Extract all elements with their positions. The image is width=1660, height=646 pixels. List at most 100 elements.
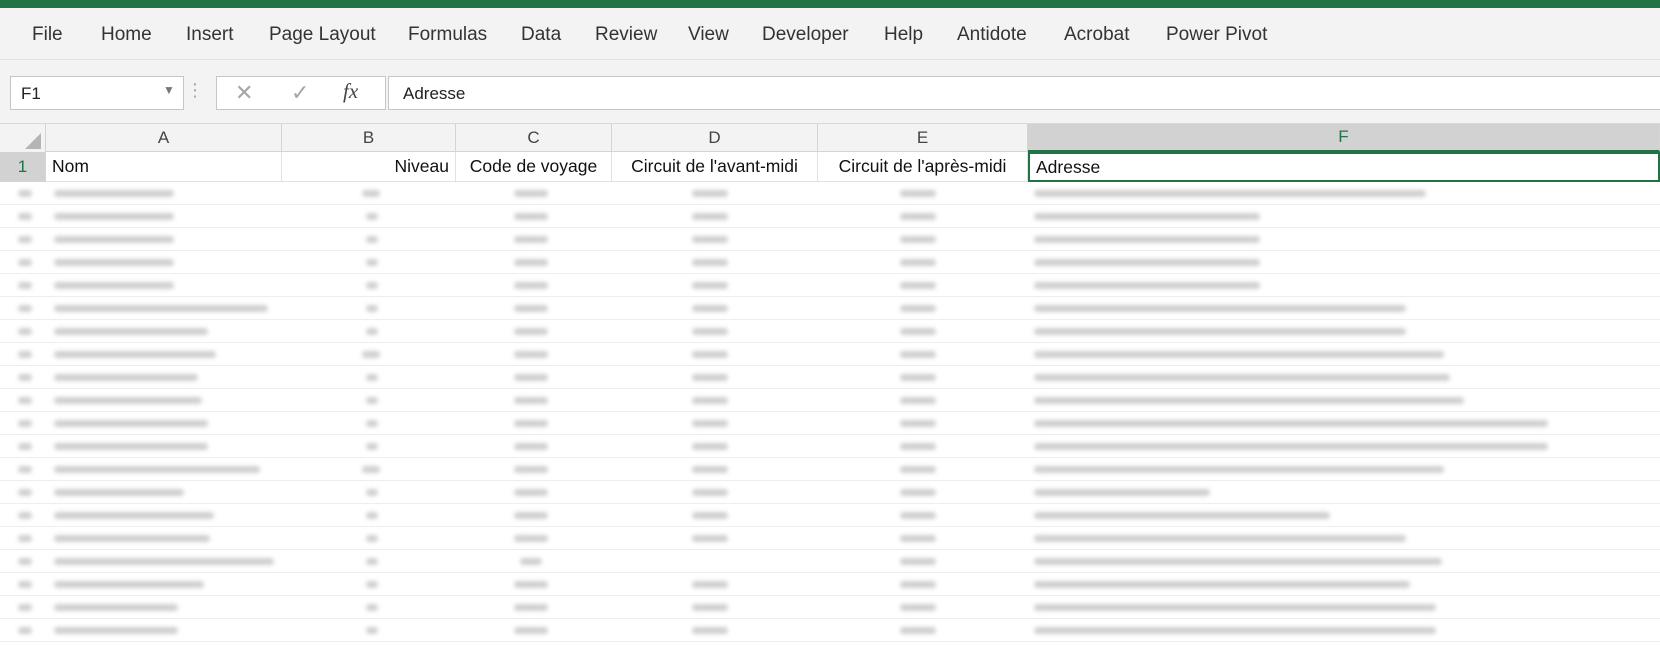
blurred-address xyxy=(1034,604,1436,611)
blurred-address xyxy=(1034,489,1210,496)
blurred-circuit-am xyxy=(692,282,728,289)
blurred-circuit-am xyxy=(692,581,728,588)
blurred-level xyxy=(366,604,378,611)
row-divider xyxy=(0,204,1660,205)
tab-developer[interactable]: Developer xyxy=(762,24,849,46)
blurred-address xyxy=(1034,259,1260,266)
name-box[interactable]: F1 ▼ xyxy=(10,76,184,110)
blurred-code xyxy=(514,397,548,404)
tab-file[interactable]: File xyxy=(32,24,63,46)
tab-power-pivot[interactable]: Power Pivot xyxy=(1166,24,1267,46)
confirm-entry-icon[interactable]: ✓ xyxy=(291,80,309,106)
blurred-circuit-pm xyxy=(900,282,936,289)
blurred-circuit-pm xyxy=(900,351,936,358)
blurred-row-number xyxy=(18,535,32,542)
select-all-triangle-icon xyxy=(25,133,41,149)
row-divider xyxy=(0,595,1660,596)
blurred-circuit-am xyxy=(692,328,728,335)
tab-page-layout[interactable]: Page Layout xyxy=(269,24,376,46)
blurred-address xyxy=(1034,397,1464,404)
row-header-1[interactable]: 1 xyxy=(0,152,46,182)
tab-antidote[interactable]: Antidote xyxy=(957,24,1027,46)
column-header-c[interactable]: C xyxy=(456,124,612,152)
blurred-circuit-pm xyxy=(900,558,936,565)
tab-acrobat[interactable]: Acrobat xyxy=(1064,24,1129,46)
blurred-code xyxy=(514,374,548,381)
blurred-name xyxy=(54,282,174,289)
cell-f1-active[interactable]: Adresse xyxy=(1028,152,1660,182)
blurred-row-number xyxy=(18,512,32,519)
row-divider xyxy=(0,480,1660,481)
blurred-circuit-pm xyxy=(900,535,936,542)
column-header-e[interactable]: E xyxy=(818,124,1028,152)
blurred-row-number xyxy=(18,236,32,243)
cell-b1[interactable]: Niveau xyxy=(282,152,456,182)
cell-c1[interactable]: Code de voyage xyxy=(456,152,612,182)
tab-view[interactable]: View xyxy=(688,24,729,46)
blurred-row-number xyxy=(18,397,32,404)
blurred-name xyxy=(54,305,268,312)
blurred-circuit-am xyxy=(692,604,728,611)
blurred-circuit-am xyxy=(692,305,728,312)
blurred-row-number xyxy=(18,627,32,634)
blurred-circuit-pm xyxy=(900,604,936,611)
column-header-a[interactable]: A xyxy=(46,124,282,152)
formula-action-group: ✕ ✓ fx xyxy=(216,76,386,110)
blurred-circuit-am xyxy=(692,443,728,450)
cell-a1[interactable]: Nom xyxy=(46,152,282,182)
row-divider xyxy=(0,457,1660,458)
blurred-circuit-pm xyxy=(900,236,936,243)
column-header-d[interactable]: D xyxy=(612,124,818,152)
blurred-circuit-am xyxy=(692,374,728,381)
blurred-name xyxy=(54,328,208,335)
tab-help[interactable]: Help xyxy=(884,24,923,46)
row-divider xyxy=(0,549,1660,550)
blurred-row-number xyxy=(18,489,32,496)
tab-data[interactable]: Data xyxy=(521,24,561,46)
tab-home[interactable]: Home xyxy=(101,24,152,46)
blurred-address xyxy=(1034,443,1548,450)
blurred-circuit-am xyxy=(692,236,728,243)
blurred-address xyxy=(1034,558,1442,565)
blurred-name xyxy=(54,466,260,473)
cell-d1[interactable]: Circuit de l'avant-midi xyxy=(612,152,818,182)
blurred-name xyxy=(54,236,174,243)
blurred-circuit-am xyxy=(692,420,728,427)
column-header-f[interactable]: F xyxy=(1028,124,1660,152)
blurred-address xyxy=(1034,420,1548,427)
blurred-name xyxy=(54,558,274,565)
blurred-level xyxy=(366,627,378,634)
select-all-button[interactable] xyxy=(0,124,46,152)
row-divider xyxy=(0,342,1660,343)
worksheet-grid: A B C D E F 1 Nom Niveau Code de voyage … xyxy=(0,124,1660,646)
tab-review[interactable]: Review xyxy=(595,24,657,46)
blurred-address xyxy=(1034,466,1444,473)
blurred-address xyxy=(1034,328,1406,335)
tab-insert[interactable]: Insert xyxy=(186,24,234,46)
blurred-name xyxy=(54,512,214,519)
blurred-circuit-pm xyxy=(900,374,936,381)
blurred-row-number xyxy=(18,443,32,450)
blurred-name xyxy=(54,443,208,450)
insert-function-icon[interactable]: fx xyxy=(343,79,358,104)
blurred-code xyxy=(514,420,548,427)
name-box-dropdown-icon[interactable]: ▼ xyxy=(163,83,175,97)
blurred-address xyxy=(1034,535,1406,542)
blurred-row-number xyxy=(18,259,32,266)
blurred-circuit-pm xyxy=(900,213,936,220)
column-header-b[interactable]: B xyxy=(282,124,456,152)
cancel-entry-icon[interactable]: ✕ xyxy=(235,80,253,106)
formula-input[interactable]: Adresse xyxy=(388,76,1660,110)
blurred-code xyxy=(514,604,548,611)
blurred-code xyxy=(514,328,548,335)
blurred-name xyxy=(54,374,198,381)
blurred-level xyxy=(366,213,378,220)
blurred-circuit-am xyxy=(692,397,728,404)
cell-e1[interactable]: Circuit de l'après-midi xyxy=(818,152,1028,182)
blurred-code xyxy=(514,236,548,243)
blurred-level xyxy=(366,558,378,565)
row-divider xyxy=(0,250,1660,251)
formula-bar-grip-icon[interactable]: ⋮ xyxy=(186,80,204,101)
tab-formulas[interactable]: Formulas xyxy=(408,24,487,46)
name-box-value: F1 xyxy=(21,84,41,103)
